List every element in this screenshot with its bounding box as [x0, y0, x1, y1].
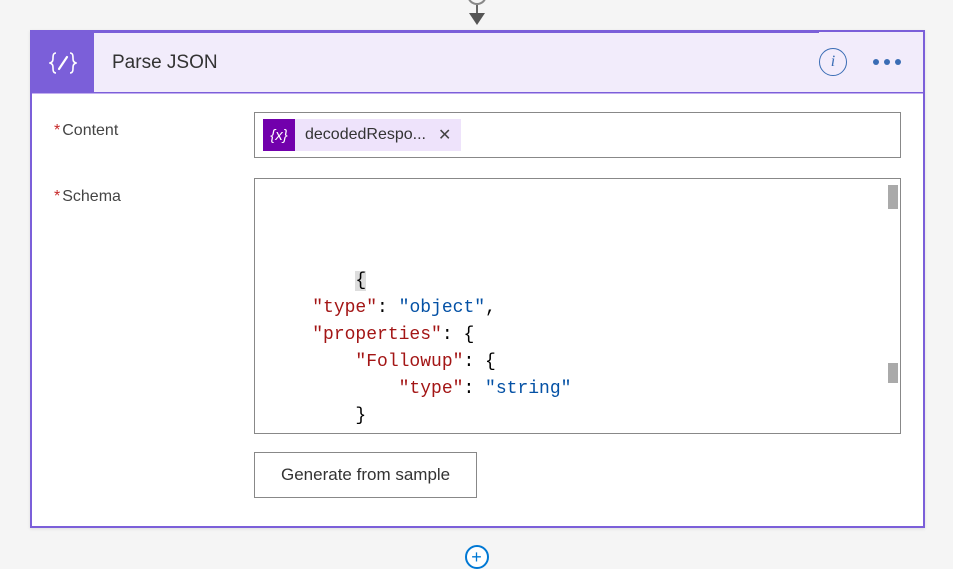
token-label: decodedRespo... — [305, 126, 426, 144]
fx-icon: {x} — [263, 119, 295, 151]
token-remove-icon[interactable]: ✕ — [438, 125, 451, 145]
scroll-thumb[interactable] — [888, 185, 898, 209]
content-input[interactable]: {x} decodedRespo... ✕ — [254, 112, 901, 158]
info-icon[interactable]: i — [819, 48, 847, 76]
code-braces-icon — [32, 32, 94, 93]
content-label: *Content — [54, 112, 254, 158]
schema-field-row: *Schema { "type": "object", "properties"… — [54, 178, 901, 498]
action-card: Parse JSON i *Content {x} decodedRespo..… — [30, 30, 925, 528]
generate-from-sample-button[interactable]: Generate from sample — [254, 452, 477, 498]
content-field-row: *Content {x} decodedRespo... ✕ — [54, 112, 901, 158]
header-actions: i — [819, 32, 923, 93]
add-step-icon[interactable]: + — [465, 545, 489, 569]
connector-arrow-in — [467, 0, 487, 25]
expression-token[interactable]: {x} decodedRespo... ✕ — [263, 119, 461, 151]
schema-label: *Schema — [54, 178, 254, 498]
more-menu-icon[interactable] — [869, 55, 905, 69]
card-header[interactable]: Parse JSON i — [32, 32, 923, 94]
scroll-thumb[interactable] — [888, 363, 898, 383]
card-title[interactable]: Parse JSON — [94, 32, 819, 93]
card-body: *Content {x} decodedRespo... ✕ *Schema {… — [32, 94, 923, 520]
schema-editor[interactable]: { "type": "object", "properties": { "Fol… — [254, 178, 901, 434]
